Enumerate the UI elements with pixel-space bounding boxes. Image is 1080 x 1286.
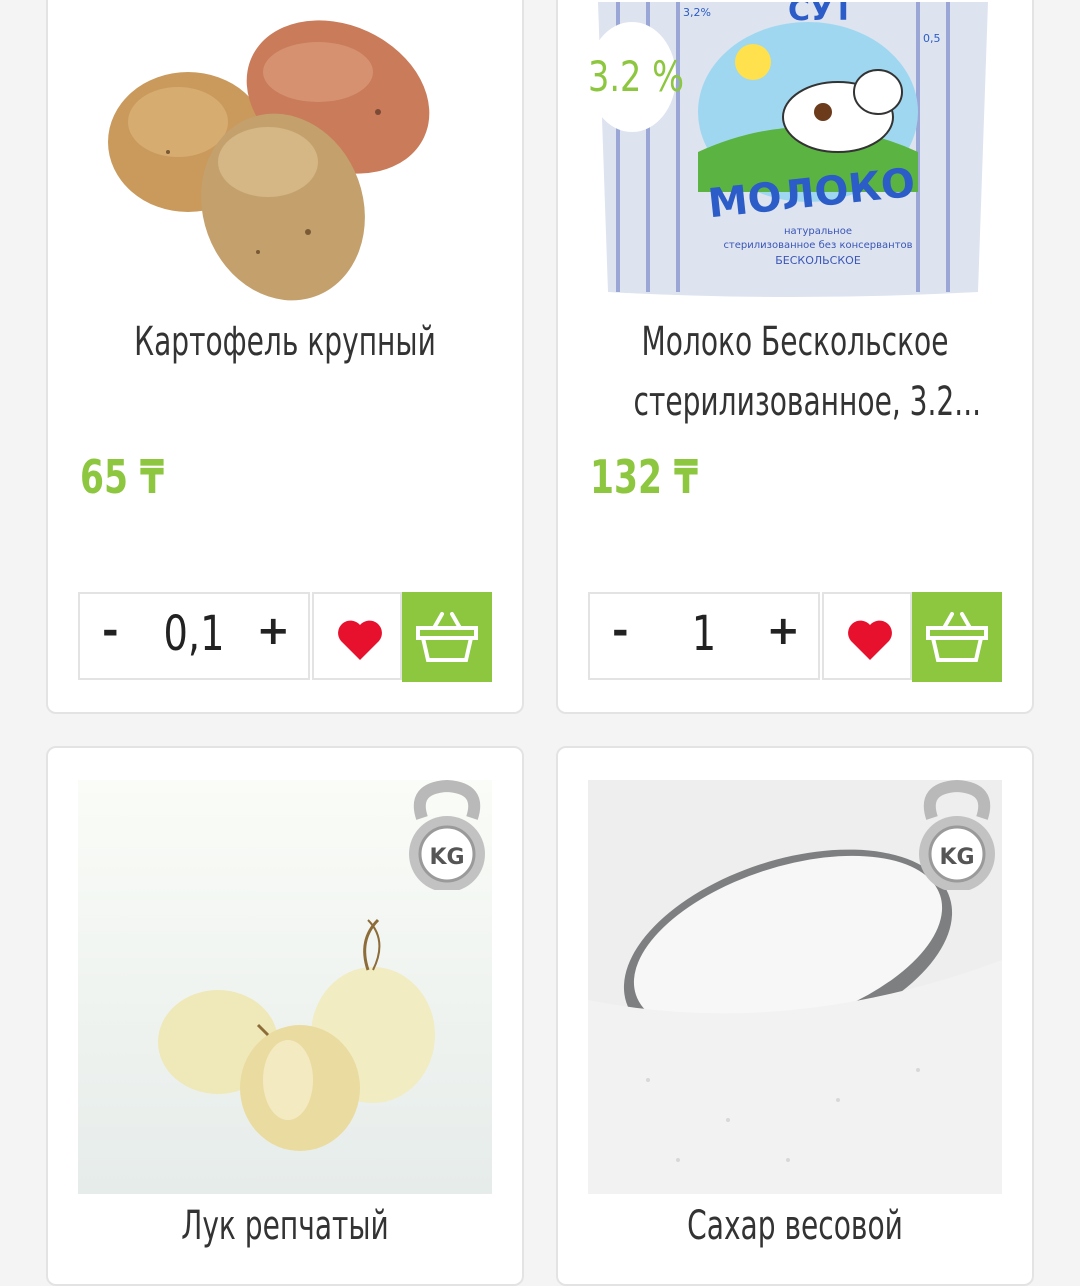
basket-icon: [416, 612, 478, 662]
favorite-button[interactable]: [822, 592, 912, 680]
increment-button[interactable]: +: [256, 608, 290, 654]
quantity-stepper[interactable]: - 0,1 +: [78, 592, 310, 680]
quantity-value[interactable]: 1: [661, 606, 747, 662]
product-image[interactable]: [78, 2, 492, 312]
product-controls: - 1 +: [588, 592, 1002, 682]
fat-percent-badge: 3.2 %: [588, 22, 684, 132]
increment-button[interactable]: +: [766, 608, 800, 654]
product-title-line: Молоко Бескольское: [641, 319, 949, 365]
package-fat-text: 3,2%: [683, 6, 711, 19]
product-title[interactable]: Лук репчатый: [124, 1196, 447, 1256]
add-to-cart-button[interactable]: [912, 592, 1002, 682]
quantity-stepper[interactable]: - 1 +: [588, 592, 820, 680]
product-controls: - 0,1 +: [78, 592, 492, 682]
product-title-line: Картофель крупный: [134, 319, 436, 365]
quantity-value[interactable]: 0,1: [151, 606, 237, 662]
product-title-line: стерилизованное, 3.2...: [633, 379, 982, 425]
product-title-line: Лук репчатый: [181, 1203, 389, 1249]
product-card[interactable]: KG Сахар весовой: [556, 746, 1034, 1286]
decrement-button[interactable]: -: [102, 608, 119, 654]
product-card[interactable]: СУТ МОЛОКО натуральное стерилизованное б…: [556, 0, 1034, 714]
product-title[interactable]: Сахар весовой: [634, 1196, 957, 1256]
product-title-line: Сахар весовой: [687, 1203, 903, 1249]
package-line3-text: БЕСКОЛЬСКОЕ: [775, 254, 861, 267]
product-title[interactable]: Молоко Бескольское стерилизованное, 3.2.…: [633, 312, 982, 432]
package-brand-text: СУТ: [788, 2, 854, 28]
kettlebell-kg-icon: KG: [912, 779, 1002, 892]
favorite-button[interactable]: [312, 592, 402, 680]
kg-label: KG: [429, 845, 464, 870]
product-title[interactable]: Картофель крупный: [124, 312, 447, 372]
heart-icon: [848, 620, 892, 660]
package-line2-text: стерилизованное без консервантов: [723, 240, 912, 251]
add-to-cart-button[interactable]: [402, 592, 492, 682]
package-volume-text: 0,5: [923, 32, 941, 45]
heart-icon: [338, 620, 382, 660]
kettlebell-kg-icon: KG: [402, 779, 492, 892]
decrement-button[interactable]: -: [612, 608, 629, 654]
package-line1-text: натуральное: [784, 226, 852, 237]
product-price: 132 ₸: [590, 450, 699, 504]
product-price: 65 ₸: [80, 450, 165, 504]
product-card[interactable]: KG Лук репчатый: [46, 746, 524, 1286]
kg-label: KG: [939, 845, 974, 870]
basket-icon: [926, 612, 988, 662]
product-card[interactable]: Картофель крупный 65 ₸ - 0,1 +: [46, 0, 524, 714]
